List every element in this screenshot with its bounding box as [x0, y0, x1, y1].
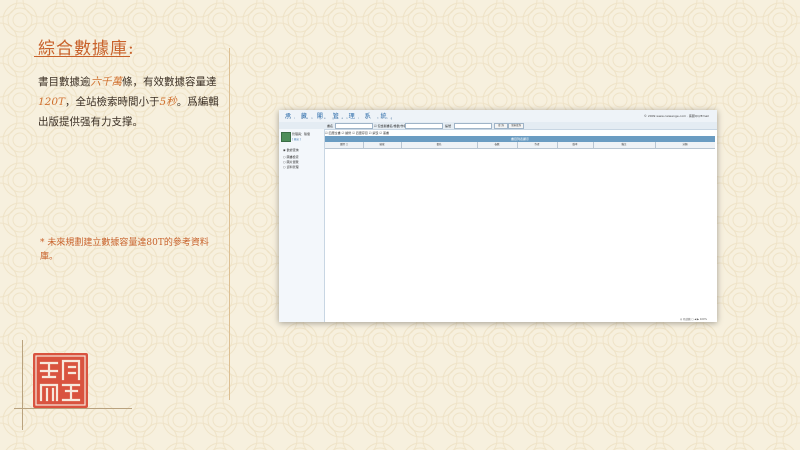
- col-number[interactable]: 編號: [363, 142, 402, 148]
- highlight-record-count: 六千萬: [90, 76, 123, 88]
- app-sidebar: 管理員：陳偉 [ 退出 ] ◉ 數據查詢 ○ 圖書檢索 ○ 圖片瀏覽 ○ 資料管…: [279, 129, 325, 322]
- user-name: 管理員：陳偉: [292, 132, 311, 136]
- include-subtitle-checkbox[interactable]: ☑ 包含副書名/卷數/作者: [374, 124, 407, 128]
- full-search-button[interactable]: 全庫查詢: [508, 123, 524, 129]
- sidebar-item-data-query[interactable]: ◉ 數據查詢: [283, 148, 299, 152]
- red-seal-stamp: [33, 353, 88, 408]
- col-remarks[interactable]: 備注: [593, 142, 656, 148]
- avatar: [281, 132, 291, 142]
- app-subtitle: cai wen ge guan li xi tong: [285, 117, 396, 120]
- sidebar-item-data-manage[interactable]: ○ 資料管理: [283, 165, 299, 169]
- seal-frame-line-horizontal: [14, 408, 132, 409]
- search-button[interactable]: 查 詢: [494, 123, 508, 129]
- seal-glyph-art: [35, 355, 86, 406]
- para-text-1: 書目數據逾: [38, 76, 91, 88]
- highlight-search-time: 5秒: [159, 96, 177, 108]
- header-copyright: © 2009 www.caiwenge.com · 客服QQ/Email: [643, 114, 709, 118]
- user-box: 管理員：陳偉 [ 退出 ]: [281, 132, 322, 142]
- col-edition[interactable]: 版本: [557, 142, 594, 148]
- results-grid: 書目列表顯示 選擇 □ 編號 書名 卷數 作者 版本 備注 分類: [325, 136, 715, 322]
- title-underline: [34, 56, 130, 57]
- col-category[interactable]: 分類: [655, 142, 715, 148]
- highlight-capacity: 120T: [38, 96, 66, 108]
- col-volumes[interactable]: 卷數: [477, 142, 518, 148]
- sidebar-item-image-browse[interactable]: ○ 圖片瀏覽: [283, 160, 299, 164]
- collection-filter-row[interactable]: ☑ 四庫全書 ☑ 續修 ☑ 四庫存目 ☑ 禁毁 ☑ 叢書: [325, 131, 389, 135]
- sidebar-item-book-search[interactable]: ○ 圖書檢索: [283, 155, 299, 159]
- status-bar: ◎ 已就緒 ▢ ◀ ▶ 100%: [679, 318, 707, 321]
- logout-link[interactable]: [ 退出 ]: [292, 137, 301, 141]
- seal-frame-line-vertical: [22, 340, 23, 430]
- number-input[interactable]: [454, 123, 492, 129]
- description-paragraph: 書目數據逾六千萬條，有效數據容量達120T，全站檢索時間小于5秒。爲編輯出版提供…: [38, 72, 228, 132]
- book-title-label: 書名: [327, 124, 334, 128]
- book-title-input[interactable]: [335, 123, 373, 129]
- search-toolbar: 書名 ☑ 包含副書名/卷數/作者 編號 查 詢 全庫查詢: [279, 122, 717, 130]
- app-screenshot-window: 承 藏 閣 管 理 系 統 cai wen ge guan li xi tong…: [279, 110, 717, 322]
- col-title[interactable]: 書名: [401, 142, 478, 148]
- app-header: 承 藏 閣 管 理 系 統 cai wen ge guan li xi tong…: [279, 110, 717, 122]
- para-text-2: 條，有效數據容量達: [122, 76, 217, 88]
- future-plan-note: * 未來規劃建立數據容量達80T的參考資料庫。: [40, 238, 209, 262]
- grid-header-row: 選擇 □ 編號 書名 卷數 作者 版本 備注 分類: [325, 142, 715, 149]
- col-select[interactable]: 選擇 □: [325, 142, 364, 148]
- number-label: 編號: [445, 124, 452, 128]
- secondary-input[interactable]: [405, 123, 443, 129]
- para-text-3: ，全站檢索時間小于: [65, 96, 160, 108]
- col-author[interactable]: 作者: [517, 142, 558, 148]
- vertical-divider: [229, 48, 230, 400]
